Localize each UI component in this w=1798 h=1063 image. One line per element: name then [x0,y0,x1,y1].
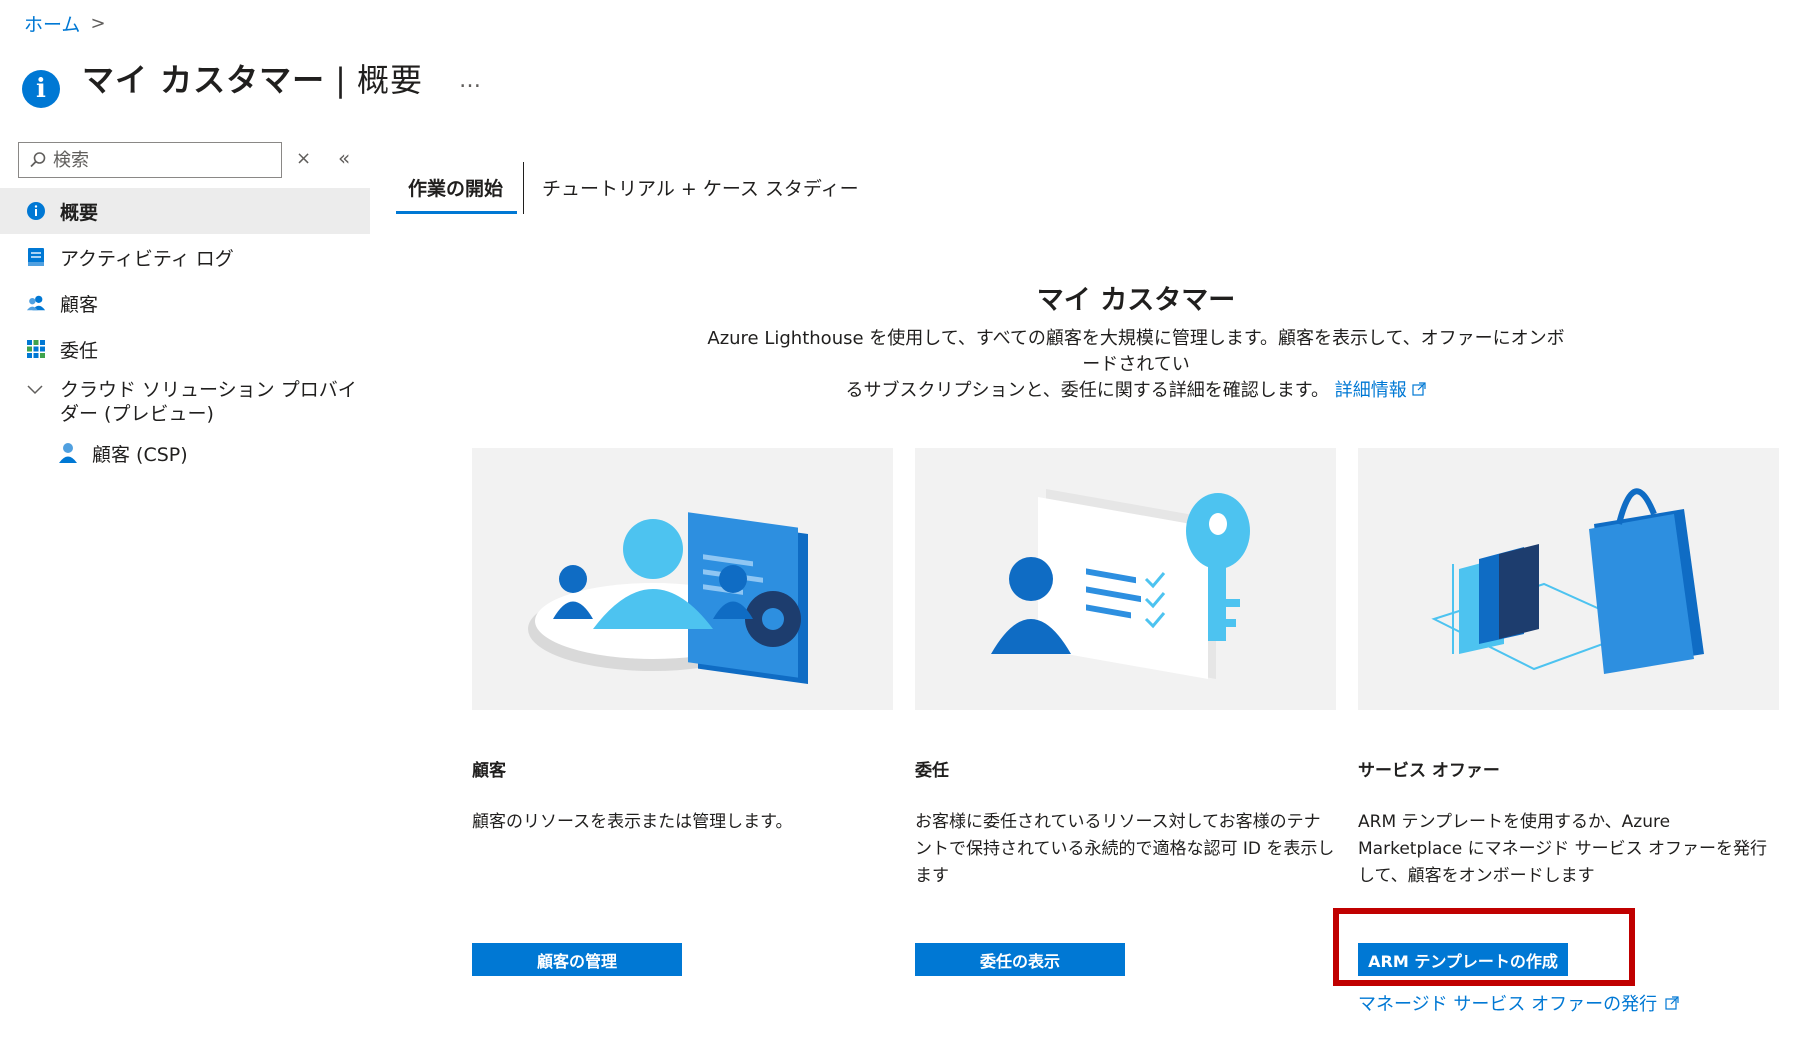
hero-description-line1: Azure Lighthouse を使用して、すべての顧客を大規模に管理します。… [707,328,1565,375]
sidebar-group-csp[interactable]: クラウド ソリューション プロバイダー (プレビュー) [0,372,370,430]
tab-getting-started[interactable]: 作業の開始 [396,162,518,214]
search-icon [30,152,46,168]
sidebar-item-activity-log[interactable]: アクティビティ ログ [0,234,370,280]
search-clear-button[interactable]: × [296,148,311,169]
breadcrumb-home-link[interactable]: ホーム [24,10,80,37]
page-title-main: マイ カスタマー [82,61,326,99]
customers-illustration [472,448,893,710]
tab-tutorials[interactable]: チュートリアル + ケース スタディー [530,162,871,214]
grid-icon [26,339,46,359]
sidebar-item-label: アクティビティ ログ [60,247,234,270]
hero-description-line2: るサブスクリプションと、委任に関する詳細を確認します。 [845,380,1329,401]
search-box[interactable] [18,142,282,178]
sidebar-item-label: 委任 [60,339,99,362]
more-options-button[interactable]: … [459,68,481,93]
collapse-sidebar-button[interactable]: « [338,146,350,170]
manage-customers-button[interactable]: 顧客の管理 [472,943,682,976]
learn-more-link[interactable]: 詳細情報 [1335,380,1407,401]
highlight-box [1333,908,1635,986]
page-header: i マイ カスタマー | 概要 … [22,48,481,108]
info-icon [26,201,46,221]
sidebar-item-customers-csp[interactable]: 顧客 (CSP) [0,430,370,476]
card-heading: 顧客 [472,761,506,781]
publish-offer-link-label: マネージド サービス オファーの発行 [1358,994,1658,1015]
chevron-down-icon[interactable] [26,380,46,403]
breadcrumb: ホーム > [24,10,106,37]
page-title-sub: 概要 [356,61,423,99]
hero-description: Azure Lighthouse を使用して、すべての顧客を大規模に管理します。… [700,326,1572,404]
card-description: お客様に委任されているリソース対してお客様のテナントで保持されている永続的で適格… [915,812,1335,886]
card-description: ARM テンプレートを使用するか、Azure Marketplace にマネージ… [1358,812,1768,886]
card-customers: 顧客 顧客のリソースを表示または管理します。 顧客の管理 [472,448,893,976]
sidebar-item-overview[interactable]: 概要 [0,188,370,234]
view-delegations-button[interactable]: 委任の表示 [915,943,1125,976]
card-heading: サービス オファー [1358,761,1500,781]
search-input[interactable] [53,149,253,171]
breadcrumb-chevron-icon: > [90,13,106,34]
tab-divider [523,162,525,214]
person-icon [58,443,78,463]
external-link-icon [1665,996,1679,1010]
publish-offer-link[interactable]: マネージド サービス オファーの発行 [1358,990,1779,1016]
external-link-icon [1412,382,1427,396]
sidebar-item-label: 顧客 (CSP) [92,443,188,466]
info-icon: i [22,70,60,108]
sidebar-nav: 概要 アクティビティ ログ 顧客 委任 クラウド ソリューション プロバイダー … [0,188,370,476]
card-heading: 委任 [915,761,949,781]
sidebar-item-delegations[interactable]: 委任 [0,326,370,372]
page-title-separator: | [335,61,347,99]
sidebar-item-label: クラウド ソリューション プロバイダー (プレビュー) [60,379,357,425]
sidebar-item-label: 概要 [60,201,99,224]
log-icon [26,247,46,267]
service-offers-illustration [1358,448,1779,710]
page-title: マイ カスタマー | 概要 [82,55,423,101]
tab-bar: 作業の開始 チュートリアル + ケース スタディー [396,162,871,214]
delegations-illustration [915,448,1336,710]
card-delegations: 委任 お客様に委任されているリソース対してお客様のテナントで保持されている永続的… [915,448,1336,976]
card-description: 顧客のリソースを表示または管理します。 [472,812,793,832]
hero-title: マイ カスタマー [1036,285,1236,316]
